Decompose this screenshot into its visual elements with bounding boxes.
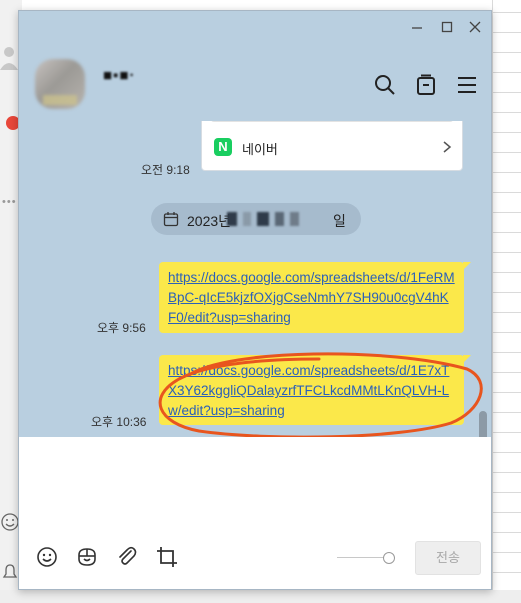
capture-crop-icon[interactable] — [155, 545, 179, 569]
date-divider-prefix: 2023년 — [187, 213, 232, 229]
message-time: 오전 9:18 — [141, 163, 190, 177]
emoticon-icon[interactable] — [35, 545, 59, 569]
search-icon[interactable] — [373, 73, 397, 97]
font-size-slider[interactable] — [337, 552, 399, 564]
redacted-date — [227, 210, 317, 228]
chat-window: ■▪■· N 네이버 오전 9:18 2023년 일 오후 9:56 https… — [18, 10, 492, 590]
background-spreadsheet-grid — [492, 0, 521, 603]
friends-icon — [0, 47, 18, 70]
maximize-icon — [441, 21, 453, 33]
message-time: 오후 9:56 — [97, 321, 146, 335]
minimize-button[interactable] — [409, 19, 425, 35]
link-preview-source: 네이버 — [242, 142, 278, 157]
bubble-tail — [463, 262, 471, 270]
bubble-tail — [463, 355, 471, 363]
sticker-icon[interactable] — [75, 545, 99, 569]
chevron-right-icon — [443, 141, 452, 153]
message-bubble-link[interactable]: https://docs.google.com/spreadsheets/d/1… — [159, 262, 471, 333]
message-list[interactable]: N 네이버 오전 9:18 2023년 일 오후 9:56 https://do… — [19, 121, 491, 437]
message-link[interactable]: https://docs.google.com/spreadsheets/d/1… — [168, 363, 449, 418]
title-bar[interactable] — [19, 11, 491, 45]
chat-header: ■▪■· — [19, 45, 491, 121]
attachment-clip-icon[interactable] — [115, 545, 139, 569]
menu-icon[interactable] — [455, 73, 479, 97]
more-dots-icon: ••• — [2, 196, 17, 208]
close-button[interactable] — [467, 19, 483, 35]
send-button[interactable]: 전송 — [415, 541, 481, 575]
minimize-icon — [412, 27, 422, 29]
message-bubble-link[interactable]: https://docs.google.com/spreadsheets/d/1… — [159, 355, 471, 425]
chat-room-name[interactable]: ■▪■· — [103, 67, 135, 84]
close-icon — [469, 21, 481, 33]
emoticon-icon — [1, 513, 19, 531]
date-divider-suffix: 일 — [333, 213, 346, 229]
message-input[interactable] — [33, 449, 473, 529]
message-time: 오후 10:36 — [91, 415, 147, 429]
maximize-button[interactable] — [439, 19, 455, 35]
date-divider: 2023년 일 — [151, 203, 361, 235]
message-link[interactable]: https://docs.google.com/spreadsheets/d/1… — [168, 270, 455, 325]
link-preview-card[interactable]: N 네이버 — [201, 121, 463, 171]
background-app-bottom — [0, 590, 521, 603]
avatar[interactable] — [35, 59, 85, 109]
bell-icon — [2, 564, 18, 578]
slider-thumb[interactable] — [383, 552, 395, 564]
drawer-icon[interactable] — [414, 73, 438, 97]
naver-logo-icon: N — [214, 138, 232, 156]
message-composer: 전송 — [19, 437, 491, 589]
scrollbar-thumb[interactable] — [479, 411, 487, 437]
link-preview-image — [210, 121, 454, 122]
calendar-icon — [163, 212, 179, 227]
